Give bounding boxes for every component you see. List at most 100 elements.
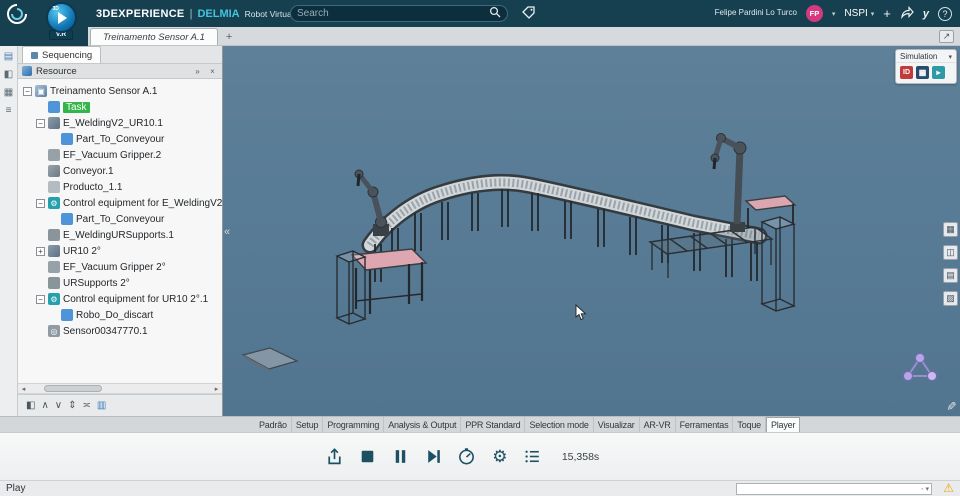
tree-item[interactable]: EF_Vacuum Gripper 2° bbox=[18, 259, 222, 275]
ribbon-tab-programming[interactable]: Programming bbox=[323, 417, 384, 432]
warning-icon[interactable]: ⚠ bbox=[943, 481, 954, 495]
expand-all-icon[interactable]: ⇕ bbox=[68, 401, 76, 411]
simulation-id-button[interactable]: ID bbox=[900, 66, 913, 79]
badge-mini-label: 3D bbox=[53, 6, 59, 12]
3d-viewport[interactable]: Simulation ▾ ID ▦ ▸ ▦ ◫ ▤ ▨ « ✎ bbox=[223, 46, 960, 416]
tree-item[interactable]: E_WeldingURSupports.1 bbox=[18, 227, 222, 243]
tab-treinamento-sensor[interactable]: Treinamento Sensor A.1 bbox=[90, 28, 218, 45]
3ds-compass-icon[interactable] bbox=[4, 3, 30, 25]
command-input[interactable] bbox=[739, 484, 909, 494]
stop-button[interactable] bbox=[358, 447, 378, 467]
tree-item[interactable]: Producto_1.1 bbox=[18, 179, 222, 195]
tree-item[interactable]: Part_To_Conveyour bbox=[18, 131, 222, 147]
ribbon-tab-ferramentas[interactable]: Ferramentas bbox=[676, 417, 734, 432]
simulation-monitor-button[interactable]: ▦ bbox=[916, 66, 929, 79]
tree-item[interactable]: ◎Sensor00347770.1 bbox=[18, 323, 222, 339]
ribbon-tab-selection-mode[interactable]: Selection mode bbox=[525, 417, 593, 432]
help-icon[interactable]: ? bbox=[938, 7, 952, 21]
scroll-right-icon[interactable]: ▸ bbox=[211, 385, 222, 393]
collapse-icon[interactable]: − bbox=[36, 199, 45, 208]
tree-item[interactable]: Robo_Do_discart bbox=[18, 307, 222, 323]
app-launcher-badge[interactable]: 3D V.R bbox=[44, 2, 78, 40]
speed-gauge-icon[interactable] bbox=[457, 447, 477, 467]
document-tab-bar: Treinamento Sensor A.1 + ↗ bbox=[0, 27, 960, 46]
collapse-icon[interactable]: − bbox=[36, 295, 45, 304]
layers-icon[interactable]: ▦ bbox=[4, 88, 13, 98]
resource-section-header[interactable]: Resource » × bbox=[18, 64, 222, 79]
chevron-down-icon[interactable]: ▾ bbox=[948, 53, 952, 61]
global-search[interactable] bbox=[290, 5, 508, 22]
history-icon[interactable]: ≡ bbox=[6, 106, 12, 116]
avatar[interactable]: FP bbox=[806, 5, 823, 22]
tree-item[interactable]: −▣Treinamento Sensor A.1 bbox=[18, 83, 222, 99]
workspace-selector[interactable]: NSPI ▾ bbox=[844, 8, 874, 19]
command-chevron-icon[interactable]: ▾ bbox=[925, 485, 929, 493]
layers-tool-icon[interactable]: ▤ bbox=[943, 268, 958, 283]
graph-view-icon[interactable]: ◧ bbox=[26, 401, 35, 411]
scrollbar-track[interactable] bbox=[29, 384, 211, 393]
new-tab-button[interactable]: + bbox=[226, 31, 232, 45]
panel-options-icon[interactable]: » bbox=[192, 67, 203, 76]
tree-item[interactable]: EF_Vacuum Gripper.2 bbox=[18, 147, 222, 163]
columns-icon[interactable]: ▥ bbox=[97, 401, 106, 411]
ribbon-tab-player[interactable]: Player bbox=[766, 417, 800, 432]
search-icon[interactable] bbox=[489, 5, 501, 23]
viewpoint-tool-icon[interactable]: ▦ bbox=[943, 222, 958, 237]
list-options-icon[interactable] bbox=[523, 447, 543, 467]
window-restore-icon[interactable]: ↗ bbox=[939, 30, 954, 43]
settings-gear-icon[interactable]: ⚙ bbox=[490, 447, 510, 467]
export-icon[interactable] bbox=[325, 447, 345, 467]
ribbon-tab-toque[interactable]: Toque bbox=[733, 417, 766, 432]
pin-panel-icon[interactable]: ◧ bbox=[4, 70, 13, 80]
expand-down-icon[interactable]: ∨ bbox=[55, 401, 62, 411]
tree-toolbar: ◧ ∧ ∨ ⇕ ≍ ▥ bbox=[18, 394, 222, 416]
tree-item[interactable]: Task bbox=[18, 99, 222, 115]
collapse-icon[interactable]: − bbox=[36, 119, 45, 128]
search-input[interactable] bbox=[297, 8, 489, 19]
close-icon[interactable]: × bbox=[207, 67, 218, 76]
pen-icon[interactable]: ✎ bbox=[944, 401, 958, 411]
add-content-button[interactable]: + bbox=[883, 7, 891, 20]
screen-capture-icon[interactable]: ◫ bbox=[943, 245, 958, 260]
tree-item-label: URSupports 2° bbox=[63, 278, 130, 289]
model-tree-icon[interactable]: ▤ bbox=[4, 52, 13, 62]
assembly-icon: ▣ bbox=[35, 85, 47, 97]
tree-item[interactable]: −⚙Control equipment for E_WeldingV2 bbox=[18, 195, 222, 211]
collapse-up-icon[interactable]: ∧ bbox=[41, 401, 48, 411]
ribbon-tab-padr-o[interactable]: Padrão bbox=[255, 417, 292, 432]
tab-sequencing[interactable]: Sequencing bbox=[22, 46, 101, 63]
section-tool-icon[interactable]: ▨ bbox=[943, 291, 958, 306]
tree-item[interactable]: Part_To_Conveyour bbox=[18, 211, 222, 227]
tag-icon[interactable] bbox=[521, 5, 537, 26]
tree-item[interactable]: +UR10 2° bbox=[18, 243, 222, 259]
scrollbar-thumb[interactable] bbox=[44, 385, 102, 392]
tree-item[interactable]: −⚙Control equipment for UR10 2°.1 bbox=[18, 291, 222, 307]
chevron-down-icon[interactable]: ▾ bbox=[832, 10, 836, 18]
pause-button[interactable] bbox=[391, 447, 411, 467]
play-to-end-button[interactable] bbox=[424, 447, 444, 467]
tree-item[interactable]: −E_WeldingV2_UR10.1 bbox=[18, 115, 222, 131]
ribbon-tabs: PadrãoSetupProgrammingAnalysis & OutputP… bbox=[0, 416, 960, 432]
command-dot-icon[interactable]: ◦ bbox=[921, 486, 923, 493]
expand-icon[interactable]: + bbox=[36, 247, 45, 256]
tree-item[interactable]: Conveyor.1 bbox=[18, 163, 222, 179]
ribbon-tab-setup[interactable]: Setup bbox=[292, 417, 324, 432]
horizontal-scrollbar[interactable]: ◂ ▸ bbox=[18, 383, 222, 394]
swym-icon[interactable]: y bbox=[923, 8, 929, 20]
panel-collapse-icon[interactable]: « bbox=[224, 226, 230, 238]
ribbon-tab-ar-vr[interactable]: AR-VR bbox=[640, 417, 676, 432]
axis-triad-icon[interactable] bbox=[904, 354, 937, 381]
flatten-icon[interactable]: ≍ bbox=[83, 401, 91, 411]
ribbon-tab-analysis-output[interactable]: Analysis & Output bbox=[384, 417, 461, 432]
simulation-panel[interactable]: Simulation ▾ ID ▦ ▸ bbox=[895, 49, 957, 84]
collapse-icon[interactable]: − bbox=[23, 87, 32, 96]
ribbon-tab-ppr-standard[interactable]: PPR Standard bbox=[461, 417, 525, 432]
ribbon-tab-visualizar[interactable]: Visualizar bbox=[594, 417, 640, 432]
task-icon bbox=[61, 133, 73, 145]
scroll-left-icon[interactable]: ◂ bbox=[18, 385, 29, 393]
share-icon[interactable] bbox=[900, 6, 914, 21]
top-bar-right: Felipe Pardini Lo Turco FP ▾ NSPI ▾ + y … bbox=[715, 5, 960, 22]
robot-virtual-commissioning-icon[interactable]: 3D bbox=[46, 2, 77, 33]
simulation-chart-button[interactable]: ▸ bbox=[932, 66, 945, 79]
tree-item[interactable]: URSupports 2° bbox=[18, 275, 222, 291]
